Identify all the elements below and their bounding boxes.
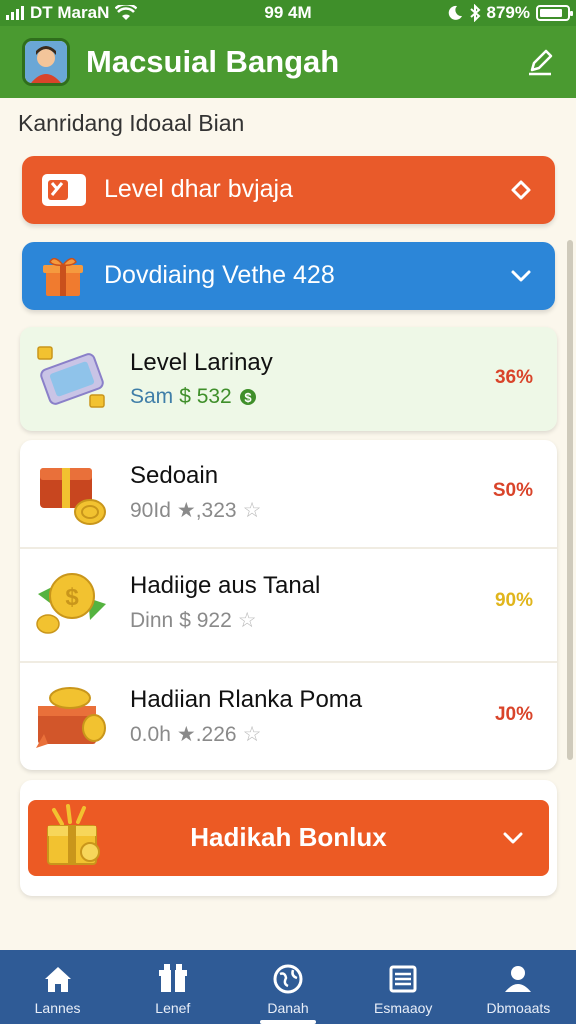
bonus-section: Hadikah Bonlux <box>20 780 557 896</box>
globe-icon <box>273 964 303 994</box>
chevron-down-icon <box>511 270 531 282</box>
status-bar: DT MaraN 99 4M 879% <box>0 0 576 26</box>
reward-list-item[interactable]: Hadiian Rlanka Poma 0.0h ★.226 ☆ J0% <box>20 664 557 768</box>
item-meta-value: $ 922 <box>179 608 232 632</box>
reward-list-item[interactable]: Level Larinay Sam $ 532 $ 36% <box>20 327 557 431</box>
item-title: Hadiian Rlanka Poma <box>130 686 363 713</box>
chevron-down-icon <box>511 180 531 200</box>
voucher-banner-label: Dovdiaing Vethe 428 <box>104 261 335 289</box>
list-icon <box>389 965 417 993</box>
divider <box>20 547 557 549</box>
voucher-banner[interactable]: Dovdiaing Vethe 428 <box>22 242 555 310</box>
gift-box-coins-icon <box>40 468 106 525</box>
home-icon <box>44 967 71 992</box>
nav-label: Dbmoaats <box>486 1000 551 1016</box>
battery-icon <box>536 5 573 21</box>
nav-item-profile[interactable]: Dbmoaats <box>461 950 576 1024</box>
item-meta: 90Id ★,323 ☆ <box>130 498 261 523</box>
star-icon: ☆ <box>242 723 262 746</box>
nav-label: Lannes <box>34 1000 81 1016</box>
nav-item-home[interactable]: Lannes <box>0 950 115 1024</box>
app-header: Macsuial Bangah <box>0 26 576 98</box>
nav-label: Esmaaoy <box>374 1000 433 1016</box>
svg-text:$: $ <box>244 390 252 405</box>
phone-coins-icon <box>37 346 105 408</box>
item-meta-value: ★,323 <box>176 499 237 522</box>
nav-item-globe[interactable]: Danah <box>230 950 345 1024</box>
item-meta-value: ★.226 <box>176 723 237 746</box>
nav-item-list[interactable]: Esmaaoy <box>346 950 461 1024</box>
battery-percent: 879% <box>486 3 530 22</box>
item-meta-prefix: Sam <box>130 385 174 408</box>
app-title: Macsuial Bangah <box>86 44 340 79</box>
ticket-icon <box>42 174 86 206</box>
item-meta: Dinn $ 922 ☆ <box>130 608 257 633</box>
reward-list: Sedoain 90Id ★,323 ☆ S0% $ Hadiige aus T… <box>20 440 557 770</box>
reward-list-item[interactable]: Sedoain 90Id ★,323 ☆ S0% <box>20 440 557 544</box>
item-meta-value: $ 532 <box>179 385 232 408</box>
star-icon: ☆ <box>242 499 262 522</box>
item-percent: S0% <box>492 480 533 501</box>
item-percent: J0% <box>494 704 533 725</box>
battery-level <box>540 9 562 17</box>
reward-list-item[interactable]: $ Hadiige aus Tanal Dinn $ 922 ☆ 90% <box>20 550 557 654</box>
gift-icon <box>43 257 83 296</box>
page-subtitle: Kanridang Idoaal Bian <box>18 110 245 136</box>
level-banner-label: Level dhar bvjaja <box>104 175 294 203</box>
nav-label: Lenef <box>155 1000 191 1016</box>
moon-icon <box>448 5 462 20</box>
bottom-nav: Lannes Lenef Danah Esmaaoy Dbmoaats <box>0 950 576 1024</box>
cash-icon: $ <box>239 389 256 405</box>
item-meta-prefix: Dinn <box>130 608 174 632</box>
item-percent: 36% <box>494 367 533 388</box>
star-icon: ☆ <box>237 609 257 632</box>
treasure-chest-icon <box>36 687 106 748</box>
gift-icon <box>158 964 187 992</box>
profile-icon <box>505 966 532 992</box>
level-banner[interactable]: Level dhar bvjaja <box>22 156 555 224</box>
bonus-button[interactable]: Hadikah Bonlux <box>28 800 549 876</box>
nav-item-gift[interactable]: Lenef <box>115 950 230 1024</box>
bluetooth-icon <box>469 4 480 22</box>
svg-text:$: $ <box>65 584 79 611</box>
item-meta-prefix: 90Id <box>130 498 171 522</box>
edit-icon[interactable] <box>524 46 556 78</box>
item-meta-prefix: 0.0h <box>130 722 171 746</box>
scrollbar[interactable] <box>567 240 573 760</box>
item-meta: 0.0h ★.226 ☆ <box>130 722 261 747</box>
item-title: Hadiige aus Tanal <box>130 572 321 599</box>
item-title: Sedoain <box>130 462 219 489</box>
divider <box>20 661 557 663</box>
nav-label: Danah <box>267 1000 309 1016</box>
item-meta: Sam $ 532 $ <box>130 385 258 409</box>
coin-ribbon-icon: $ <box>36 573 106 634</box>
avatar[interactable] <box>22 38 70 86</box>
bonus-label: Hadikah Bonlux <box>190 822 387 852</box>
chevron-down-icon <box>503 832 523 844</box>
item-title: Level Larinay <box>130 349 273 376</box>
item-percent: 90% <box>494 590 533 611</box>
